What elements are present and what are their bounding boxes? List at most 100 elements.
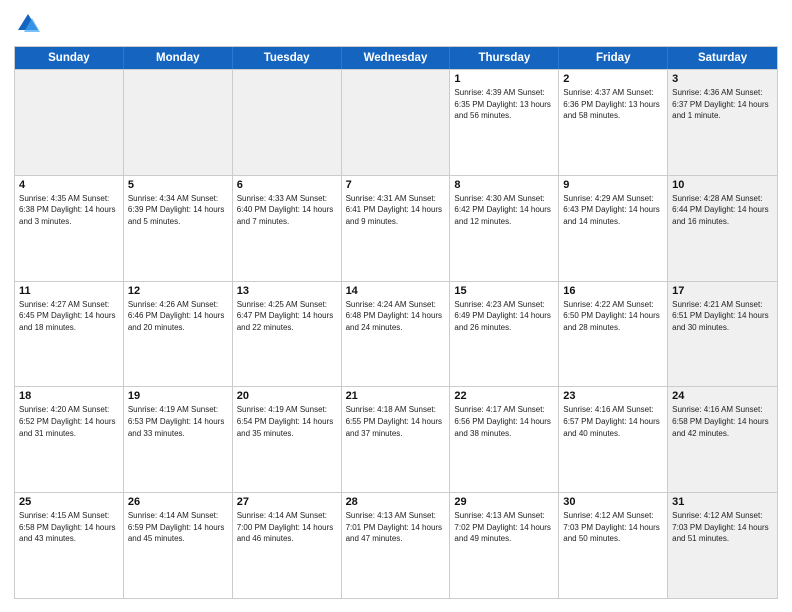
day-number: 27 bbox=[237, 496, 337, 508]
day-info: Sunrise: 4:19 AM Sunset: 6:54 PM Dayligh… bbox=[237, 404, 337, 439]
day-number: 5 bbox=[128, 179, 228, 191]
day-info: Sunrise: 4:26 AM Sunset: 6:46 PM Dayligh… bbox=[128, 299, 228, 334]
day-number: 14 bbox=[346, 285, 446, 297]
calendar-cell-10: 10 Sunrise: 4:28 AM Sunset: 6:44 PM Dayli… bbox=[668, 176, 777, 281]
day-info: Sunrise: 4:28 AM Sunset: 6:44 PM Dayligh… bbox=[672, 193, 773, 228]
day-info: Sunrise: 4:21 AM Sunset: 6:51 PM Dayligh… bbox=[672, 299, 773, 334]
day-info: Sunrise: 4:12 AM Sunset: 7:03 PM Dayligh… bbox=[672, 510, 773, 545]
calendar: SundayMondayTuesdayWednesdayThursdayFrid… bbox=[14, 46, 778, 599]
calendar-week-5: 25 Sunrise: 4:15 AM Sunset: 6:58 PM Dayli… bbox=[15, 492, 777, 598]
header-day-thursday: Thursday bbox=[450, 47, 559, 69]
day-info: Sunrise: 4:27 AM Sunset: 6:45 PM Dayligh… bbox=[19, 299, 119, 334]
day-number: 22 bbox=[454, 390, 554, 402]
calendar-cell-21: 21 Sunrise: 4:18 AM Sunset: 6:55 PM Dayli… bbox=[342, 387, 451, 492]
day-number: 29 bbox=[454, 496, 554, 508]
day-info: Sunrise: 4:19 AM Sunset: 6:53 PM Dayligh… bbox=[128, 404, 228, 439]
calendar-cell-28: 28 Sunrise: 4:13 AM Sunset: 7:01 PM Dayli… bbox=[342, 493, 451, 598]
calendar-cell-14: 14 Sunrise: 4:24 AM Sunset: 6:48 PM Dayli… bbox=[342, 282, 451, 387]
day-number: 2 bbox=[563, 73, 663, 85]
header-day-saturday: Saturday bbox=[668, 47, 777, 69]
calendar-cell-30: 30 Sunrise: 4:12 AM Sunset: 7:03 PM Dayli… bbox=[559, 493, 668, 598]
day-number: 18 bbox=[19, 390, 119, 402]
calendar-cell-5: 5 Sunrise: 4:34 AM Sunset: 6:39 PM Daylig… bbox=[124, 176, 233, 281]
calendar-cell-18: 18Sunrise: 4:20 AM Sunset: 6:52 PM Dayli… bbox=[15, 387, 124, 492]
calendar-cell-11: 11 Sunrise: 4:27 AM Sunset: 6:45 PM Dayli… bbox=[15, 282, 124, 387]
calendar-cell-16: 16Sunrise: 4:22 AM Sunset: 6:50 PM Dayli… bbox=[559, 282, 668, 387]
calendar-cell-empty-0-0 bbox=[15, 70, 124, 175]
calendar-cell-3: 3 Sunrise: 4:36 AM Sunset: 6:37 PM Daylig… bbox=[668, 70, 777, 175]
day-info: Sunrise: 4:31 AM Sunset: 6:41 PM Dayligh… bbox=[346, 193, 446, 228]
day-info: Sunrise: 4:34 AM Sunset: 6:39 PM Dayligh… bbox=[128, 193, 228, 228]
calendar-cell-4: 4 Sunrise: 4:35 AM Sunset: 6:38 PM Daylig… bbox=[15, 176, 124, 281]
calendar-cell-1: 1Sunrise: 4:39 AM Sunset: 6:35 PM Daylig… bbox=[450, 70, 559, 175]
day-info: Sunrise: 4:25 AM Sunset: 6:47 PM Dayligh… bbox=[237, 299, 337, 334]
day-number: 19 bbox=[128, 390, 228, 402]
day-number: 6 bbox=[237, 179, 337, 191]
day-info: Sunrise: 4:14 AM Sunset: 6:59 PM Dayligh… bbox=[128, 510, 228, 545]
day-info: Sunrise: 4:12 AM Sunset: 7:03 PM Dayligh… bbox=[563, 510, 663, 545]
day-number: 11 bbox=[19, 285, 119, 297]
calendar-cell-26: 26 Sunrise: 4:14 AM Sunset: 6:59 PM Dayli… bbox=[124, 493, 233, 598]
day-number: 13 bbox=[237, 285, 337, 297]
day-info: Sunrise: 4:18 AM Sunset: 6:55 PM Dayligh… bbox=[346, 404, 446, 439]
day-number: 23 bbox=[563, 390, 663, 402]
calendar-cell-20: 20 Sunrise: 4:19 AM Sunset: 6:54 PM Dayli… bbox=[233, 387, 342, 492]
day-info: Sunrise: 4:16 AM Sunset: 6:58 PM Dayligh… bbox=[672, 404, 773, 439]
day-info: Sunrise: 4:37 AM Sunset: 6:36 PM Dayligh… bbox=[563, 87, 663, 122]
day-number: 25 bbox=[19, 496, 119, 508]
day-number: 10 bbox=[672, 179, 773, 191]
calendar-week-4: 18Sunrise: 4:20 AM Sunset: 6:52 PM Dayli… bbox=[15, 386, 777, 492]
calendar-cell-17: 17 Sunrise: 4:21 AM Sunset: 6:51 PM Dayli… bbox=[668, 282, 777, 387]
day-info: Sunrise: 4:29 AM Sunset: 6:43 PM Dayligh… bbox=[563, 193, 663, 228]
calendar-cell-24: 24 Sunrise: 4:16 AM Sunset: 6:58 PM Dayli… bbox=[668, 387, 777, 492]
day-info: Sunrise: 4:23 AM Sunset: 6:49 PM Dayligh… bbox=[454, 299, 554, 334]
calendar-cell-19: 19 Sunrise: 4:19 AM Sunset: 6:53 PM Dayli… bbox=[124, 387, 233, 492]
calendar-cell-empty-0-1 bbox=[124, 70, 233, 175]
calendar-week-1: 1Sunrise: 4:39 AM Sunset: 6:35 PM Daylig… bbox=[15, 69, 777, 175]
day-number: 26 bbox=[128, 496, 228, 508]
calendar-cell-7: 7 Sunrise: 4:31 AM Sunset: 6:41 PM Daylig… bbox=[342, 176, 451, 281]
day-info: Sunrise: 4:39 AM Sunset: 6:35 PM Dayligh… bbox=[454, 87, 554, 122]
day-info: Sunrise: 4:36 AM Sunset: 6:37 PM Dayligh… bbox=[672, 87, 773, 122]
calendar-cell-2: 2 Sunrise: 4:37 AM Sunset: 6:36 PM Daylig… bbox=[559, 70, 668, 175]
day-info: Sunrise: 4:17 AM Sunset: 6:56 PM Dayligh… bbox=[454, 404, 554, 439]
calendar-cell-23: 23Sunrise: 4:16 AM Sunset: 6:57 PM Dayli… bbox=[559, 387, 668, 492]
day-number: 31 bbox=[672, 496, 773, 508]
calendar-cell-empty-0-2 bbox=[233, 70, 342, 175]
calendar-week-3: 11 Sunrise: 4:27 AM Sunset: 6:45 PM Dayli… bbox=[15, 281, 777, 387]
day-info: Sunrise: 4:30 AM Sunset: 6:42 PM Dayligh… bbox=[454, 193, 554, 228]
calendar-cell-9: 9 Sunrise: 4:29 AM Sunset: 6:43 PM Daylig… bbox=[559, 176, 668, 281]
header-day-sunday: Sunday bbox=[15, 47, 124, 69]
day-info: Sunrise: 4:13 AM Sunset: 7:01 PM Dayligh… bbox=[346, 510, 446, 545]
calendar-cell-25: 25 Sunrise: 4:15 AM Sunset: 6:58 PM Dayli… bbox=[15, 493, 124, 598]
header-day-tuesday: Tuesday bbox=[233, 47, 342, 69]
calendar-cell-29: 29Sunrise: 4:13 AM Sunset: 7:02 PM Dayli… bbox=[450, 493, 559, 598]
day-number: 4 bbox=[19, 179, 119, 191]
day-info: Sunrise: 4:15 AM Sunset: 6:58 PM Dayligh… bbox=[19, 510, 119, 545]
day-number: 3 bbox=[672, 73, 773, 85]
header-day-friday: Friday bbox=[559, 47, 668, 69]
day-number: 15 bbox=[454, 285, 554, 297]
calendar-cell-13: 13 Sunrise: 4:25 AM Sunset: 6:47 PM Dayli… bbox=[233, 282, 342, 387]
day-number: 24 bbox=[672, 390, 773, 402]
day-info: Sunrise: 4:35 AM Sunset: 6:38 PM Dayligh… bbox=[19, 193, 119, 228]
logo bbox=[14, 10, 45, 38]
calendar-cell-31: 31 Sunrise: 4:12 AM Sunset: 7:03 PM Dayli… bbox=[668, 493, 777, 598]
calendar-body: 1Sunrise: 4:39 AM Sunset: 6:35 PM Daylig… bbox=[15, 69, 777, 598]
day-info: Sunrise: 4:14 AM Sunset: 7:00 PM Dayligh… bbox=[237, 510, 337, 545]
day-number: 7 bbox=[346, 179, 446, 191]
day-number: 17 bbox=[672, 285, 773, 297]
day-number: 16 bbox=[563, 285, 663, 297]
day-info: Sunrise: 4:33 AM Sunset: 6:40 PM Dayligh… bbox=[237, 193, 337, 228]
day-number: 30 bbox=[563, 496, 663, 508]
day-number: 21 bbox=[346, 390, 446, 402]
day-number: 9 bbox=[563, 179, 663, 191]
page: SundayMondayTuesdayWednesdayThursdayFrid… bbox=[0, 0, 792, 612]
day-number: 20 bbox=[237, 390, 337, 402]
calendar-cell-15: 15 Sunrise: 4:23 AM Sunset: 6:49 PM Dayli… bbox=[450, 282, 559, 387]
header bbox=[14, 10, 778, 38]
header-day-wednesday: Wednesday bbox=[342, 47, 451, 69]
day-info: Sunrise: 4:24 AM Sunset: 6:48 PM Dayligh… bbox=[346, 299, 446, 334]
calendar-cell-8: 8Sunrise: 4:30 AM Sunset: 6:42 PM Daylig… bbox=[450, 176, 559, 281]
day-number: 28 bbox=[346, 496, 446, 508]
